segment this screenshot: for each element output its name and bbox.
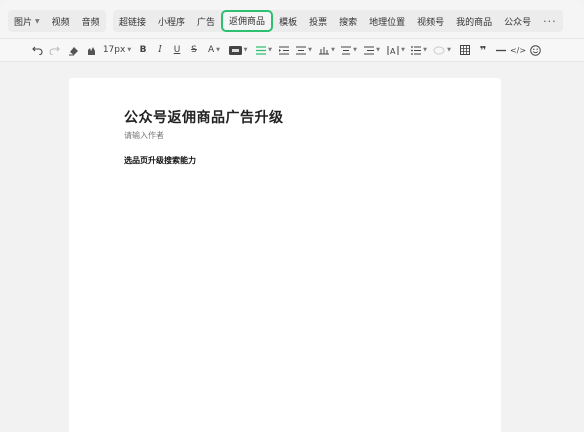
chevron-down-icon: ▼ <box>243 47 248 53</box>
insert-search-label: 搜索 <box>339 17 358 28</box>
insert-audio-menu[interactable]: 音频 <box>76 10 106 32</box>
divider-icon[interactable] <box>494 42 508 58</box>
insert-video-menu[interactable]: 视频 <box>46 10 76 32</box>
font-size-select[interactable]: 17px ▼ <box>103 42 131 58</box>
insert-location-label: 地理位置 <box>369 17 406 28</box>
insert-channels-label: 视频号 <box>417 17 445 28</box>
clear-format-icon[interactable] <box>66 42 80 58</box>
insert-miniprogram-label: 小程序 <box>158 17 186 28</box>
chevron-down-icon: ▼ <box>127 47 132 53</box>
emoji-icon[interactable] <box>528 42 542 58</box>
app-frame: 图片 ▼ 视频 音频 超链接 小程序 广告 返佣商品 模板 投票 搜索 地理位置… <box>0 0 584 432</box>
link-disabled-icon[interactable]: ▼ <box>433 42 451 58</box>
insert-image-menu[interactable]: 图片 ▼ <box>8 10 46 32</box>
italic-button[interactable]: I <box>154 42 166 58</box>
feature-insert-group: 超链接 小程序 广告 返佣商品 模板 投票 搜索 地理位置 视频号 我的商品 公… <box>113 9 563 32</box>
format-toolbar: 17px ▼ B I U S A ▼ ▼ ▼ ▼ ▼ ▼ ▼ A ▼ ▼ ▼ ❞… <box>0 39 584 62</box>
insert-hyperlink-menu[interactable]: 超链接 <box>113 10 152 32</box>
code-icon[interactable]: </> <box>510 42 526 58</box>
insert-template-menu[interactable]: 模板 <box>273 10 303 32</box>
line-height-icon[interactable]: ▼ <box>295 42 313 58</box>
bold-button[interactable]: B <box>137 42 149 58</box>
align-icon[interactable]: ▼ <box>255 42 273 58</box>
insert-channels-menu[interactable]: 视频号 <box>411 10 450 32</box>
insert-ad-label: 广告 <box>197 17 216 28</box>
list-icon[interactable]: ▼ <box>410 42 428 58</box>
chevron-down-icon: ▼ <box>401 47 405 53</box>
text-indent-icon[interactable]: ▼ <box>363 42 381 58</box>
editor-page[interactable]: 公众号返佣商品广告升级 选品页升级搜索能力 <box>69 78 501 432</box>
text-width-icon[interactable]: A ▼ <box>386 42 406 58</box>
indent-icon[interactable] <box>278 42 290 58</box>
insert-official-account-menu[interactable]: 公众号 <box>498 10 537 32</box>
chevron-down-icon: ▼ <box>447 47 451 53</box>
underline-button[interactable]: U <box>171 42 183 58</box>
insert-menu-bar: 图片 ▼ 视频 音频 超链接 小程序 广告 返佣商品 模板 投票 搜索 地理位置… <box>0 0 584 39</box>
insert-hyperlink-label: 超链接 <box>119 17 147 28</box>
media-insert-group: 图片 ▼ 视频 音频 <box>8 10 106 32</box>
format-painter-icon[interactable] <box>84 42 98 58</box>
insert-template-label: 模板 <box>279 17 298 28</box>
insert-commission-product-menu[interactable]: 返佣商品 <box>221 9 274 32</box>
chevron-down-icon: ▼ <box>268 47 272 53</box>
chevron-down-icon: ▼ <box>331 47 335 53</box>
quote-icon[interactable]: ❞ <box>476 42 490 58</box>
chevron-down-icon: ▼ <box>353 47 357 53</box>
insert-official-account-label: 公众号 <box>504 17 532 28</box>
background-color-icon[interactable]: ▼ <box>228 42 248 58</box>
letter-spacing-icon[interactable]: ▼ <box>340 42 358 58</box>
insert-commission-product-label: 返佣商品 <box>229 17 266 27</box>
font-color-button[interactable]: A ▼ <box>205 42 223 58</box>
insert-miniprogram-menu[interactable]: 小程序 <box>152 10 191 32</box>
paragraph-spacing-icon[interactable]: ▼ <box>318 42 336 58</box>
article-title[interactable]: 公众号返佣商品广告升级 <box>124 107 284 127</box>
chevron-down-icon: ▼ <box>308 47 312 53</box>
insert-vote-menu[interactable]: 投票 <box>303 10 333 32</box>
insert-location-menu[interactable]: 地理位置 <box>363 10 411 32</box>
insert-my-products-label: 我的商品 <box>456 17 493 28</box>
font-size-value: 17px <box>102 45 126 55</box>
strikethrough-button[interactable]: S <box>188 42 200 58</box>
author-input[interactable] <box>124 131 324 140</box>
insert-video-label: 视频 <box>51 17 70 28</box>
insert-search-menu[interactable]: 搜索 <box>333 10 363 32</box>
chevron-down-icon: ▼ <box>216 47 221 53</box>
chevron-down-icon: ▼ <box>376 47 380 53</box>
insert-vote-label: 投票 <box>309 17 328 28</box>
font-color-label: A <box>207 45 215 55</box>
insert-my-products-menu[interactable]: 我的商品 <box>450 10 498 32</box>
insert-image-label: 图片 <box>14 17 33 28</box>
dropdown-caret-icon: ▼ <box>35 17 40 25</box>
undo-icon[interactable] <box>30 42 44 58</box>
insert-audio-label: 音频 <box>81 17 100 28</box>
more-menu-button[interactable]: ··· <box>537 10 563 32</box>
article-body-text[interactable]: 选品页升级搜索能力 <box>124 155 196 166</box>
insert-ad-menu[interactable]: 广告 <box>191 10 221 32</box>
svg-text:A: A <box>390 47 396 55</box>
table-icon[interactable] <box>458 42 472 58</box>
chevron-down-icon: ▼ <box>423 47 427 53</box>
redo-icon[interactable] <box>47 42 61 58</box>
